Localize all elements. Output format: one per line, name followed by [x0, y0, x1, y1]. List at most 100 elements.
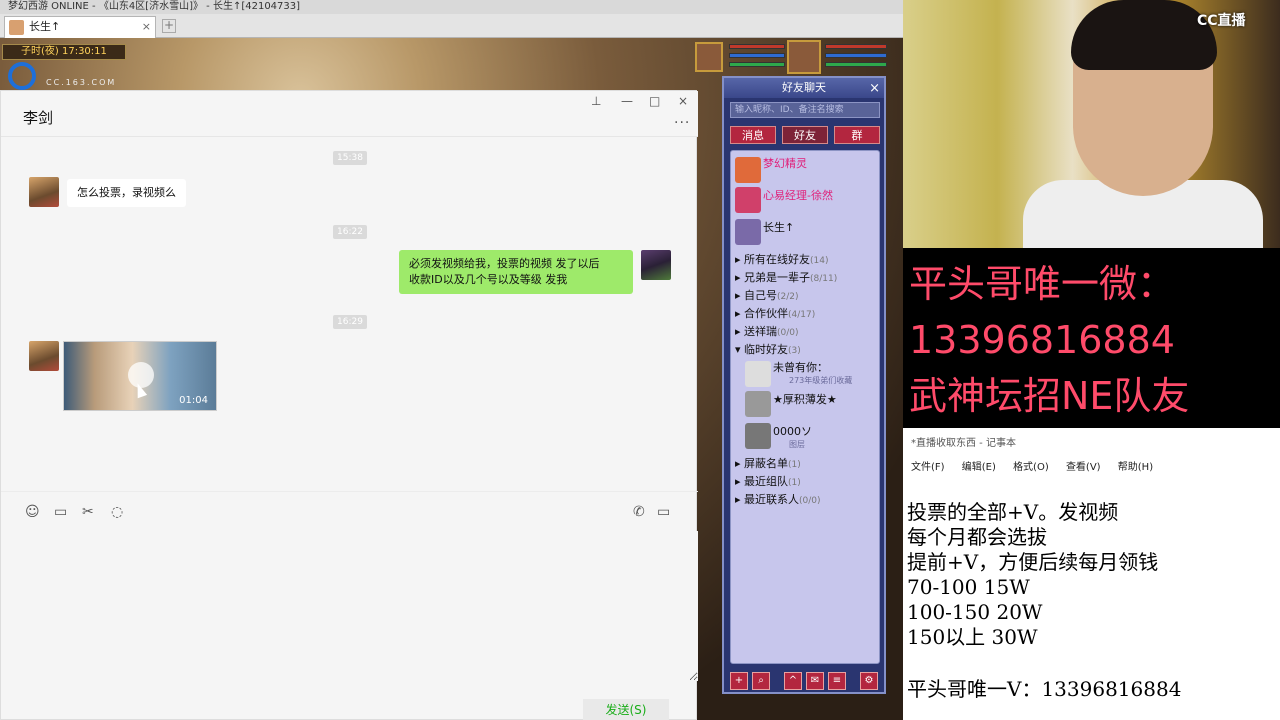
chevron-up-icon[interactable]: ^ — [784, 672, 802, 690]
friend-name: 心易经理-徐然 — [763, 189, 833, 202]
promo-line: 武神坛招NE队友 — [909, 374, 1190, 418]
search-icon[interactable]: ⌕ — [752, 672, 770, 690]
tab-friends[interactable]: 好友 — [782, 126, 828, 144]
menu-item-edit[interactable]: 编辑(E) — [962, 462, 996, 473]
friend-entry[interactable]: 心易经理-徐然 — [763, 187, 833, 203]
maximize-icon[interactable]: □ — [649, 94, 660, 108]
tab-friends-label: 好友 — [794, 129, 816, 142]
friend-avatar[interactable] — [735, 219, 761, 245]
notepad-line: 100-150 20W — [907, 600, 1043, 624]
video-call-icon[interactable]: ▭ — [657, 504, 670, 520]
friend-avatar[interactable] — [735, 187, 761, 213]
friend-subtext: 273年级弟们收藏 — [789, 376, 853, 385]
friend-list: 梦幻精灵 心易经理-徐然 长生↑ ▸ 所有在线好友(14) ▸ 兄弟是一辈子(8… — [730, 150, 880, 664]
video-message[interactable]: 01:04 — [63, 341, 217, 411]
friend-group[interactable]: ▸ 最近联系人(0/0) — [735, 491, 821, 507]
game-tab[interactable]: 长生↑ × — [4, 16, 156, 38]
notepad-line: 150以上 30W — [907, 625, 1038, 649]
friend-avatar[interactable] — [745, 361, 771, 387]
tab-groups[interactable]: 群 — [834, 126, 880, 144]
player-hp-bar — [825, 44, 887, 49]
self-avatar[interactable] — [641, 250, 671, 280]
scissors-icon[interactable]: ✂ — [82, 504, 94, 520]
more-options-icon[interactable]: ··· — [674, 115, 690, 131]
send-button[interactable]: 发送(S) — [583, 699, 669, 720]
tab-groups-label: 群 — [851, 129, 863, 142]
contact-avatar[interactable] — [29, 177, 59, 207]
friend-group[interactable]: ▸ 屏蔽名单(1) — [735, 455, 801, 471]
message-text: 怎么投票，录视频么 — [77, 186, 176, 199]
mail-icon[interactable]: ✉ — [806, 672, 824, 690]
notepad-window: *直播收取东西 - 记事本 文件(F) 编辑(E) 格式(O) 查看(V) 帮助… — [903, 428, 1280, 720]
friend-search-input[interactable]: 输入昵称、ID、备注名搜索 — [730, 102, 880, 118]
friend-group[interactable]: ▸ 合作伙伴(4/17) — [735, 305, 815, 321]
cc-logo-icon — [8, 62, 36, 90]
friend-avatar[interactable] — [735, 157, 761, 183]
group-label: 自己号 — [744, 289, 778, 302]
menu-item-file[interactable]: 文件(F) — [911, 462, 945, 473]
message-text-line: 收款ID以及几个号以及等级 发我 — [409, 273, 568, 286]
group-count: (14) — [810, 256, 829, 266]
friend-group[interactable]: ▾ 临时好友(3) — [735, 341, 801, 357]
message-timestamp: 15:38 — [333, 151, 367, 165]
tab-messages-label: 消息 — [742, 129, 764, 142]
friend-panel-title: 好友聊天 × — [724, 78, 884, 98]
message-timestamp: 16:22 — [333, 225, 367, 239]
temp-friend-entry[interactable]: 未曾有你： — [773, 359, 828, 375]
pin-icon[interactable]: ⊥ — [591, 94, 601, 108]
friend-entry[interactable]: 长生↑ — [763, 219, 794, 235]
add-friend-icon[interactable]: + — [730, 672, 748, 690]
notepad-title-text: *直播收取东西 - 记事本 — [911, 438, 1016, 449]
friend-entry[interactable]: 梦幻精灵 — [763, 155, 807, 171]
character-hud — [695, 40, 895, 76]
minimize-icon[interactable]: — — [621, 94, 633, 108]
chat-toolbar: ☺ ▭ ✂ ◌ ✆ ▭ — [1, 491, 698, 531]
stream-overlay: CC直播 平头哥唯一微： 13396816884 武神坛招NE队友 *直播收取东… — [903, 0, 1280, 720]
menu-item-view[interactable]: 查看(V) — [1066, 462, 1101, 473]
close-icon[interactable]: × — [869, 79, 880, 99]
friend-name: 未曾有你： — [773, 361, 828, 374]
friend-panel-title-text: 好友聊天 — [782, 81, 826, 94]
chat-header: 李剑 ⊥ — □ × ··· — [1, 91, 698, 137]
group-label: 屏蔽名单 — [744, 457, 789, 470]
group-count: (1) — [788, 478, 801, 488]
message-input[interactable] — [1, 531, 698, 681]
friend-group[interactable]: ▸ 所有在线好友(14) — [735, 251, 829, 267]
friend-avatar[interactable] — [745, 423, 771, 449]
notepad-line: 每个月都会选拔 — [907, 525, 1047, 549]
game-title-bar: 梦幻西游 ONLINE - 《山东4区[济水雪山]》 - 长生↑[4210473… — [0, 0, 903, 14]
notepad-line: 投票的全部+V。发视频 — [907, 500, 1119, 524]
player-portrait[interactable] — [787, 40, 821, 74]
menu-icon[interactable]: ≡ — [828, 672, 846, 690]
group-count: (1) — [788, 460, 801, 470]
phone-icon[interactable]: ✆ — [633, 504, 645, 520]
close-icon[interactable]: × — [678, 94, 688, 108]
friend-group[interactable]: ▸ 最近组队(1) — [735, 473, 801, 489]
group-label: 所有在线好友 — [744, 253, 811, 266]
menu-item-help[interactable]: 帮助(H) — [1118, 462, 1153, 473]
friend-group[interactable]: ▸ 送祥瑞(0/0) — [735, 323, 799, 339]
message-bubble-outgoing[interactable]: 必须发视频给我，投票的视频 发了以后 收款ID以及几个号以及等级 发我 — [399, 250, 633, 294]
tab-messages[interactable]: 消息 — [730, 126, 776, 144]
menu-item-format[interactable]: 格式(O) — [1013, 462, 1049, 473]
close-icon[interactable]: × — [142, 17, 151, 37]
temp-friend-entry[interactable]: 0000ソ — [773, 423, 812, 439]
friend-avatar[interactable] — [745, 391, 771, 417]
emoji-icon[interactable]: ☺ — [25, 504, 40, 520]
group-count: (0/0) — [799, 496, 821, 506]
settings-icon[interactable]: ⚙ — [860, 672, 878, 690]
contact-avatar[interactable] — [29, 341, 59, 371]
friend-group[interactable]: ▸ 兄弟是一辈子(8/11) — [735, 269, 837, 285]
friend-group[interactable]: ▸ 自己号(2/2) — [735, 287, 799, 303]
folder-icon[interactable]: ▭ — [54, 504, 67, 520]
group-label: 合作伙伴 — [744, 307, 789, 320]
chat-bubble-icon[interactable]: ◌ — [111, 504, 123, 520]
pet-portrait[interactable] — [695, 42, 723, 72]
friend-name: 梦幻精灵 — [763, 157, 807, 170]
group-count: (2/2) — [777, 292, 799, 302]
cc-live-logo: CC直播 — [1197, 13, 1246, 29]
temp-friend-entry[interactable]: ★厚积薄发★ — [773, 391, 837, 407]
add-tab-button[interactable]: + — [162, 19, 176, 33]
message-bubble-incoming[interactable]: 怎么投票，录视频么 — [67, 179, 186, 207]
friend-chat-panel: 好友聊天 × 输入昵称、ID、备注名搜索 消息 好友 群 梦幻精灵 心易经理-徐… — [722, 76, 886, 694]
